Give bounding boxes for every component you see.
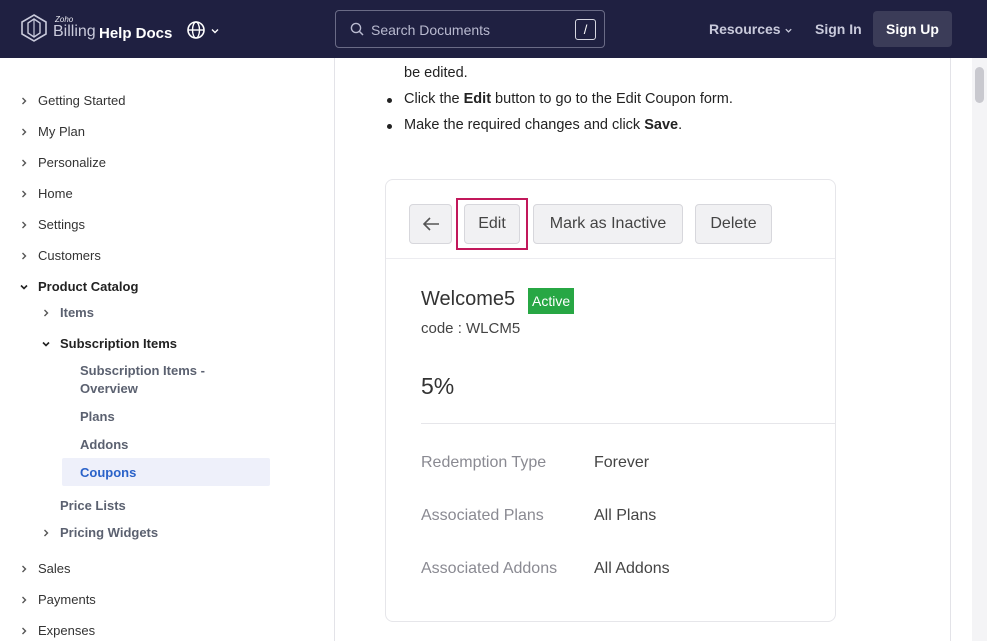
sidebar-item-subscription-overview[interactable]: Subscription Items - [80, 363, 205, 378]
bullet-item-save: Make the required changes and click Save… [404, 117, 682, 133]
bullet-text: Make the required changes and click [404, 117, 645, 133]
chevron-right-icon[interactable] [19, 220, 29, 230]
search-box[interactable]: Search Documents / [335, 10, 605, 48]
coupon-detail-screenshot: Edit Mark as Inactive Delete Welcome5 Ac… [385, 179, 836, 622]
status-badge: Active [528, 288, 575, 314]
chevron-right-icon[interactable] [19, 564, 29, 574]
chevron-down-icon[interactable] [19, 282, 29, 292]
sidebar-item-my-plan[interactable]: My Plan [38, 124, 85, 139]
search-icon [350, 22, 364, 36]
sidebar-item-sales[interactable]: Sales [38, 561, 71, 576]
sidebar-item-plans[interactable]: Plans [80, 409, 115, 424]
details-divider [421, 423, 835, 424]
sidebar-item-coupons[interactable]: Coupons [80, 465, 136, 480]
globe-icon [187, 21, 205, 39]
mark-inactive-button[interactable]: Mark as Inactive [533, 204, 683, 244]
sidebar-item-items[interactable]: Items [60, 305, 94, 320]
search-shortcut-key: / [575, 19, 596, 40]
resources-menu[interactable]: Resources [709, 21, 793, 37]
sign-in-link[interactable]: Sign In [815, 21, 862, 37]
coupon-code: code : WLCM5 [421, 320, 521, 337]
resources-label: Resources [709, 21, 781, 37]
sidebar-item-pricing-widgets[interactable]: Pricing Widgets [60, 525, 158, 540]
bullet-text: button to go to the Edit Coupon form. [491, 91, 733, 107]
page-scrollbar-thumb[interactable] [975, 67, 984, 103]
sidebar-item-price-lists[interactable]: Price Lists [60, 498, 126, 513]
sidebar-nav: Getting Started My Plan Personalize Home… [0, 58, 335, 641]
delete-button[interactable]: Delete [695, 204, 772, 244]
search-input[interactable]: Search Documents [371, 22, 490, 38]
chevron-right-icon[interactable] [19, 626, 29, 636]
chevron-right-icon[interactable] [19, 595, 29, 605]
edit-button[interactable]: Edit [464, 204, 520, 244]
detail-label-associated-addons: Associated Addons [421, 560, 558, 577]
bullet-text: . [678, 117, 683, 133]
chevron-right-icon[interactable] [41, 308, 51, 318]
bullet-item-edit: Click the Edit button to go to the Edit … [404, 91, 733, 107]
arrow-left-icon [422, 217, 439, 231]
chevron-down-icon[interactable] [41, 339, 51, 349]
chevron-right-icon[interactable] [41, 528, 51, 538]
article-content: be edited. Click the Edit button to go t… [335, 58, 951, 641]
sign-up-button[interactable]: Sign Up [873, 11, 952, 47]
toolbar-divider [386, 258, 835, 259]
bullet-bold-text: Edit [463, 91, 492, 107]
back-button[interactable] [409, 204, 452, 244]
zoho-logo-icon[interactable] [19, 13, 49, 43]
detail-value-redemption-type: Forever [594, 454, 650, 471]
chevron-right-icon[interactable] [19, 251, 29, 261]
page-scrollbar-track[interactable] [972, 58, 987, 641]
sidebar-item-expenses[interactable]: Expenses [38, 623, 95, 638]
brand-billing-label[interactable]: Billing [53, 23, 96, 41]
chevron-down-icon [211, 29, 219, 34]
chevron-down-icon [785, 28, 793, 33]
discount-value: 5% [421, 373, 455, 399]
sidebar-item-customers[interactable]: Customers [38, 248, 101, 263]
sidebar-item-subscription-overview-line2[interactable]: Overview [80, 381, 138, 396]
sidebar-item-settings[interactable]: Settings [38, 217, 85, 232]
bullet-bold-text: Save [644, 117, 679, 133]
bullet-dot [387, 124, 392, 129]
brand-help-docs-label[interactable]: Help Docs [99, 25, 172, 42]
detail-label-redemption-type: Redemption Type [421, 454, 547, 471]
detail-value-associated-plans: All Plans [594, 507, 657, 524]
language-selector[interactable] [186, 20, 220, 40]
coupon-name: Welcome5 [421, 288, 516, 310]
paragraph-text: be edited. [404, 65, 468, 81]
chevron-right-icon[interactable] [19, 189, 29, 199]
sidebar-item-payments[interactable]: Payments [38, 592, 96, 607]
chevron-right-icon[interactable] [19, 158, 29, 168]
top-navbar: Zoho Billing Help Docs Search Documents … [0, 0, 987, 58]
sidebar-item-personalize[interactable]: Personalize [38, 155, 106, 170]
chevron-right-icon[interactable] [19, 96, 29, 106]
bullet-text: Click the [404, 91, 464, 107]
chevron-right-icon[interactable] [19, 127, 29, 137]
sidebar-item-product-catalog[interactable]: Product Catalog [38, 279, 138, 294]
sidebar-item-addons[interactable]: Addons [80, 437, 128, 452]
sidebar-item-getting-started[interactable]: Getting Started [38, 93, 125, 108]
bullet-dot [387, 98, 392, 103]
sidebar-item-home[interactable]: Home [38, 186, 73, 201]
detail-value-associated-addons: All Addons [594, 560, 670, 577]
sidebar-item-subscription-items[interactable]: Subscription Items [60, 336, 177, 351]
detail-label-associated-plans: Associated Plans [421, 507, 544, 524]
